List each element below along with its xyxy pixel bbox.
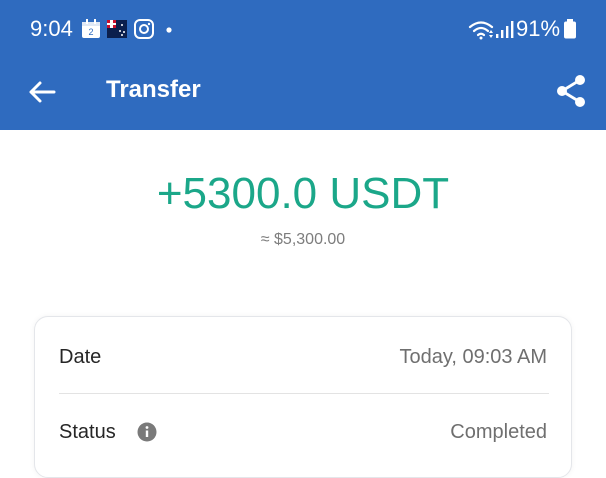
status-label: Status [59, 421, 116, 443]
calendar-day: 2 [88, 27, 93, 37]
transfer-fiat-value: ≈ $5,300.00 [260, 231, 346, 248]
status-value: Completed [450, 421, 547, 443]
header: 9:04 2 91% Transfer [0, 0, 606, 130]
row-divider [59, 393, 549, 394]
arrow-left-icon[interactable] [24, 74, 60, 110]
details-card: Date Today, 09:03 AM Status Completed [34, 316, 572, 478]
battery-icon [564, 19, 576, 39]
date-label: Date [59, 346, 102, 368]
transfer-amount: +5300.0 USDT [156, 169, 450, 218]
share-icon[interactable] [552, 72, 590, 110]
wifi-icon [468, 21, 494, 40]
app-bar: Transfer [0, 58, 606, 130]
detail-row-date: Date Today, 09:03 AM [59, 337, 547, 377]
page-title: Transfer [106, 76, 201, 103]
battery-percent: 91% [516, 16, 561, 41]
status-time: 9:04 [30, 16, 73, 41]
status-bar: 9:04 2 91% [0, 0, 606, 58]
signal-icon [496, 21, 514, 38]
detail-row-status: Status Completed [59, 412, 547, 452]
info-icon[interactable] [137, 422, 157, 442]
date-value: Today, 09:03 AM [399, 346, 548, 368]
instagram-icon [134, 19, 154, 39]
calendar-icon: 2 [82, 19, 100, 38]
dot-icon [166, 27, 172, 33]
flag-icon [107, 20, 127, 38]
